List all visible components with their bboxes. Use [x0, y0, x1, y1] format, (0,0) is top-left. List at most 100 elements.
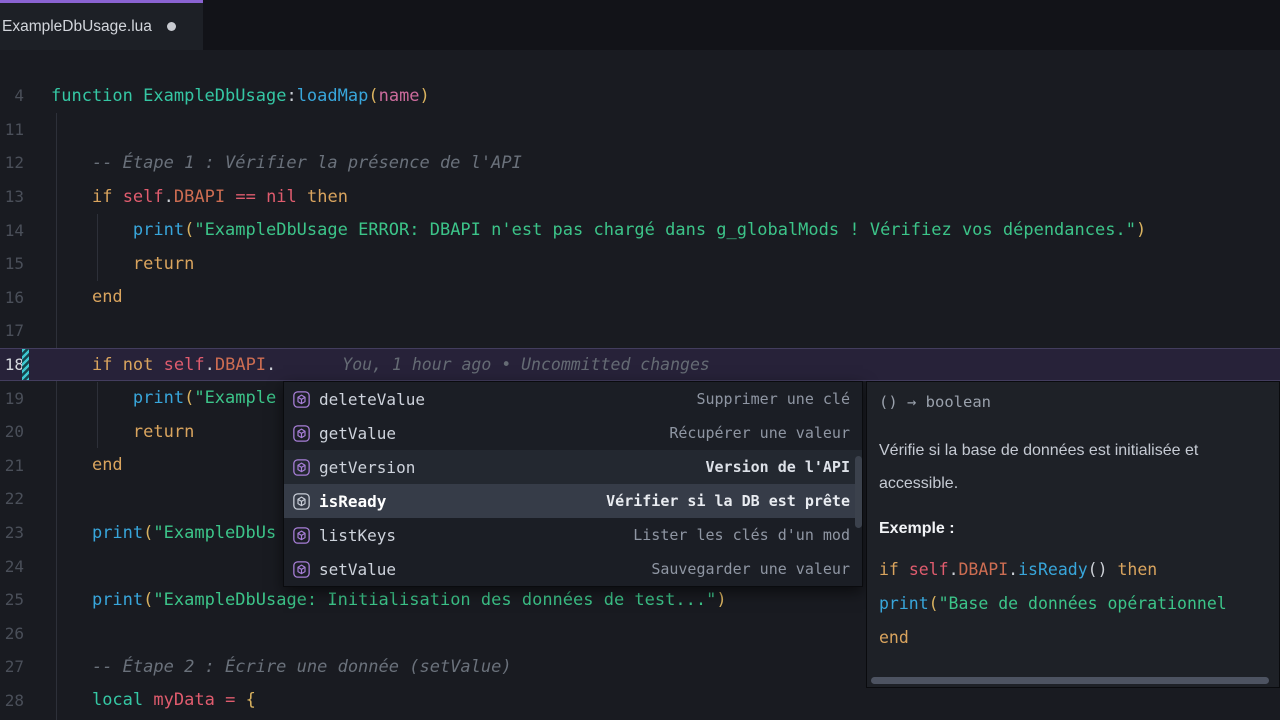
code-editor-window: ExampleDbUsage.lua 4 function ExampleDbUs… [0, 0, 1280, 720]
suggest-docs-panel: () → boolean Vérifie si la base de donné… [866, 381, 1280, 688]
unsaved-changes-dot-icon[interactable] [166, 22, 176, 31]
code-token: if [879, 559, 899, 579]
code-line-17[interactable]: 17 [0, 314, 1280, 348]
code-line-13[interactable]: 13 if self.DBAPI == nil then [0, 180, 1280, 214]
method-cube-icon [292, 458, 310, 476]
docs-example-label: Exemple : [879, 520, 955, 537]
code-text: print("ExampleDbUsage ERROR: DBAPI n'est… [51, 220, 1146, 240]
code-token: isReady [1018, 559, 1088, 579]
code-token: . [948, 559, 959, 579]
code-text: -- Étape 1 : Vérifier la présence de l'A… [51, 153, 522, 173]
method-cube-icon [292, 560, 310, 578]
git-blame-annotation: You, 1 hour ago • Uncommitted changes [342, 355, 710, 375]
line-number: 22 [4, 489, 24, 509]
code-text: local myData = { [51, 690, 256, 710]
suggestion-getVersion[interactable]: getVersion Version de l'API [284, 450, 862, 484]
code-line-28[interactable]: 28 local myData = { [0, 684, 1280, 718]
line-number: 20 [4, 422, 24, 442]
code-token: self [122, 186, 164, 207]
tab-bar: ExampleDbUsage.lua [0, 0, 1280, 50]
code-token: . [266, 354, 277, 375]
code-text: function ExampleDbUsage:loadMap(name) [51, 86, 430, 106]
suggestion-detail: Vérifier si la DB est prête [606, 492, 850, 510]
code-token: DBAPI [214, 354, 267, 375]
suggestion-isReady[interactable]: isReady Vérifier si la DB est prête [284, 484, 862, 518]
modified-line-gutter-marker [22, 348, 29, 381]
docs-horizontal-scrollbar[interactable] [871, 677, 1269, 684]
suggestion-setValue[interactable]: setValue Sauvegarder une valeur [284, 552, 862, 586]
code-token: print [132, 388, 185, 409]
line-number: 25 [4, 590, 24, 610]
line-number: 28 [4, 690, 24, 710]
suggestion-detail: Version de l'API [705, 458, 851, 476]
line-number: 14 [4, 220, 24, 240]
code-token: if [91, 186, 113, 207]
code-text: print("ExampleDbUs [51, 523, 276, 543]
line-number: 27 [4, 657, 24, 677]
docs-description: Vérifie si la base de données est initia… [879, 442, 1199, 492]
suggestion-listKeys[interactable]: listKeys Lister les clés d'un mod [284, 518, 862, 552]
code-token: ( [143, 522, 154, 543]
method-cube-icon [292, 390, 310, 408]
tab-exampledbusage-lua[interactable]: ExampleDbUsage.lua [0, 0, 203, 50]
code-token: if [91, 354, 113, 375]
code-text: if not self.DBAPI. [51, 355, 276, 375]
code-line-18[interactable]: 18 if not self.DBAPI. You, 1 hour ago • U… [0, 347, 1280, 382]
suggestion-label: listKeys [319, 525, 397, 545]
code-token: end [91, 455, 123, 476]
docs-code-line: end [879, 620, 1267, 654]
method-cube-icon [292, 424, 310, 442]
code-token: then [307, 186, 348, 207]
code-token: ( [184, 220, 195, 241]
line-number: 4 [14, 86, 24, 106]
suggestion-deleteValue[interactable]: deleteValue Supprimer une clé [284, 382, 862, 416]
code-token: print [91, 522, 144, 543]
method-cube-icon [292, 492, 310, 510]
code-line-12[interactable]: 12 -- Étape 1 : Vérifier la présence de … [0, 146, 1280, 180]
code-token: . [1008, 559, 1019, 579]
code-token: function [51, 85, 133, 106]
suggestion-label: deleteValue [319, 389, 425, 409]
code-token: "ExampleDbUs [153, 522, 277, 543]
code-token: print [879, 593, 929, 613]
code-token: () [1087, 559, 1108, 579]
code-line-16[interactable]: 16 end [0, 281, 1280, 315]
code-line-4[interactable]: 4 function ExampleDbUsage:loadMap(name) [0, 79, 1280, 113]
code-token: DBAPI [958, 559, 1009, 579]
line-number: 18 [4, 355, 24, 375]
code-token: self [908, 559, 949, 579]
code-line-14[interactable]: 14 print("ExampleDbUsage ERROR: DBAPI n'… [0, 213, 1280, 247]
docs-signature: () → boolean [879, 393, 991, 411]
line-number: 15 [4, 254, 24, 274]
code-token: myData [153, 690, 215, 711]
code-text: end [51, 455, 123, 475]
line-number: 21 [4, 455, 24, 475]
suggestion-label: setValue [319, 559, 397, 579]
suggestion-label: getValue [319, 423, 397, 443]
code-token: ) [419, 85, 430, 106]
suggestion-getValue[interactable]: getValue Récupérer une valeur [284, 416, 862, 450]
code-token: "ExampleDbUsage: Initialisation des donn… [153, 589, 717, 610]
code-line-11[interactable]: 11 [0, 113, 1280, 147]
code-token: loadMap [296, 85, 369, 106]
code-text: -- Étape 2 : Écrire une donnée (setValue… [51, 657, 512, 677]
code-token: : [286, 85, 297, 106]
code-token: print [132, 220, 185, 241]
suggestion-detail: Supprimer une clé [696, 390, 850, 408]
code-line-15[interactable]: 15 return [0, 247, 1280, 281]
suggest-vertical-scrollbar[interactable] [855, 456, 862, 528]
line-number: 24 [4, 556, 24, 576]
suggest-widget: deleteValue Supprimer une clé getValue Récu… [283, 381, 863, 587]
code-token: ) [1135, 220, 1147, 241]
docs-code-line: print("Base de données opérationnel [879, 586, 1267, 620]
code-token: -- Étape 1 : Vérifier la présence de l'A… [91, 152, 522, 173]
